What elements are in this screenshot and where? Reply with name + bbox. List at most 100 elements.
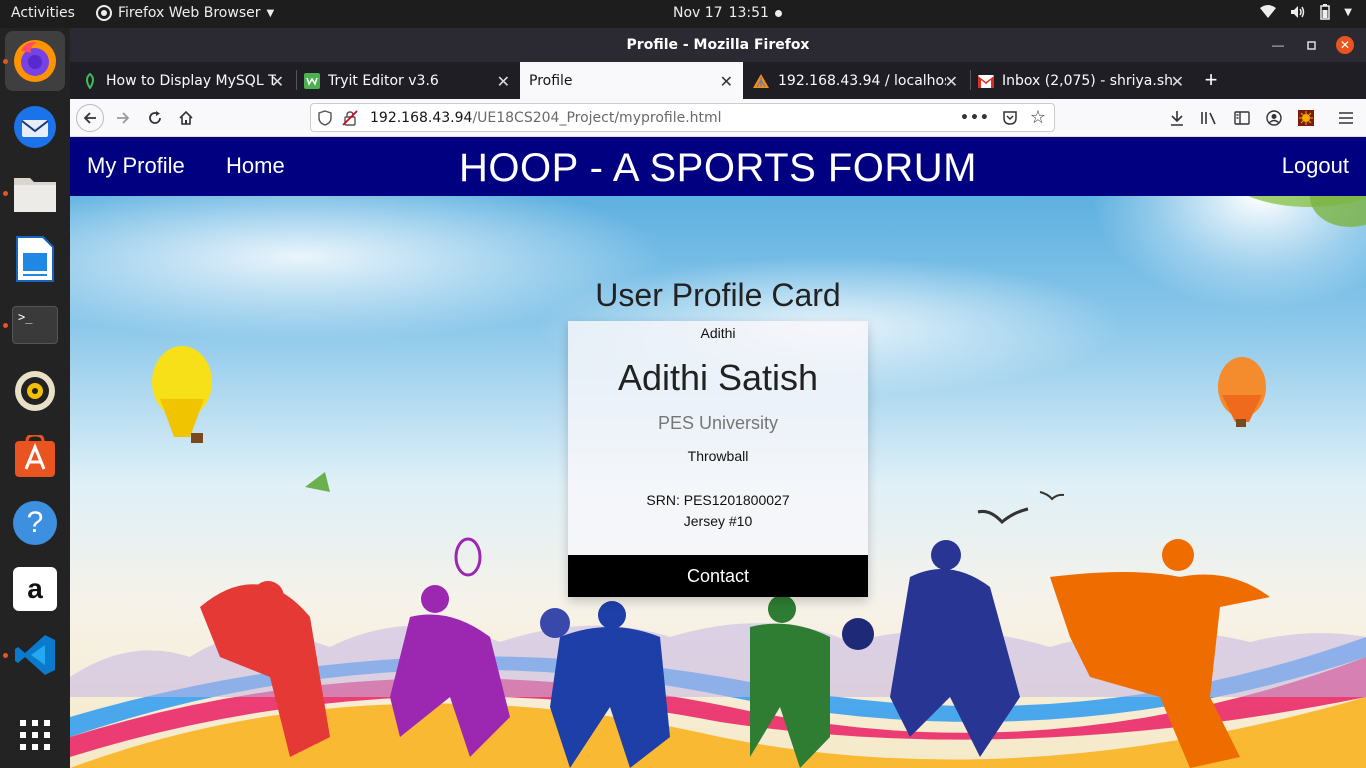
tab-separator — [970, 70, 971, 90]
forward-arrow-icon — [117, 112, 130, 124]
url-bar[interactable]: 192.168.43.94/UE18CS204_Project/myprofil… — [310, 103, 1055, 132]
dock-vscode[interactable] — [5, 625, 65, 685]
download-icon — [1171, 111, 1183, 126]
close-window-button[interactable]: ✕ — [1336, 36, 1354, 54]
tab-profile[interactable]: Profile ✕ — [520, 62, 743, 99]
dock-files[interactable] — [5, 163, 65, 223]
maximize-button[interactable] — [1302, 36, 1320, 54]
tutorial-icon — [86, 73, 94, 89]
page-title: User Profile Card — [595, 277, 841, 313]
back-button[interactable] — [76, 104, 104, 132]
pocket-icon[interactable] — [1002, 110, 1018, 126]
files-icon — [14, 178, 56, 212]
shield-icon — [318, 109, 332, 126]
tab-tryit-editor[interactable]: Tryit Editor v3.6 ✕ — [298, 64, 520, 98]
close-tab-icon[interactable]: ✕ — [945, 72, 958, 91]
tab-mysql-tutorial[interactable]: How to Display MySQL T ✕ — [76, 64, 294, 98]
tab-label: How to Display MySQL T — [106, 73, 276, 89]
extension-button[interactable] — [1292, 104, 1320, 132]
tab-phpmyadmin[interactable]: 192.168.43.94 / localhos ✕ — [746, 64, 968, 98]
tab-label: Inbox (2,075) - shriya.sha — [1002, 73, 1172, 89]
site-brand: HOOP - A SPORTS FORUM — [459, 146, 977, 190]
dock: >_ ? a — [0, 28, 70, 768]
account-button[interactable] — [1260, 104, 1288, 132]
tab-label: 192.168.43.94 / localhos — [778, 73, 946, 89]
profile-srn: SRN: PES1201800027 — [646, 492, 790, 508]
dock-terminal[interactable]: >_ — [5, 295, 65, 355]
menu-button[interactable] — [1332, 104, 1360, 132]
close-tab-icon[interactable]: ✕ — [497, 72, 510, 91]
dock-rhythmbox[interactable] — [5, 361, 65, 421]
library-button[interactable] — [1195, 104, 1223, 132]
athlete-orange — [1050, 539, 1270, 768]
system-tray[interactable]: ▼ — [1260, 4, 1352, 20]
dock-writer[interactable] — [5, 229, 65, 289]
dock-firefox[interactable] — [5, 31, 65, 91]
profile-image-alt-text: Adithi — [700, 325, 736, 341]
help-glyph: ? — [26, 506, 44, 539]
downloads-button[interactable] — [1163, 104, 1191, 132]
activities-button[interactable]: Activities — [11, 5, 75, 21]
athlete-purple — [390, 537, 510, 757]
nav-logout-link[interactable]: Logout — [1282, 153, 1349, 179]
running-indicator — [3, 323, 8, 328]
thunderbird-icon — [14, 106, 56, 148]
running-indicator — [3, 59, 8, 64]
w3schools-icon — [304, 73, 320, 89]
clock[interactable]: Nov 17 13:51 — [673, 5, 782, 21]
contact-button[interactable]: Contact — [568, 555, 868, 597]
close-icon: ✕ — [1339, 38, 1351, 52]
sidebar-button[interactable] — [1228, 104, 1256, 132]
rhythmbox-icon — [15, 371, 55, 411]
firefox-window: Profile - Mozilla Firefox — ✕ How to Dis… — [70, 28, 1366, 768]
site-navbar: My Profile Home HOOP - A SPORTS FORUM Lo… — [70, 137, 1366, 196]
home-icon — [179, 110, 193, 125]
profile-card: Adithi Adithi Satish PES University Thro… — [568, 321, 868, 597]
tab-separator — [296, 70, 297, 90]
maximize-icon — [1306, 40, 1316, 50]
terminal-glyph: >_ — [18, 310, 33, 324]
bookmark-star-icon[interactable]: ☆ — [1030, 107, 1046, 128]
url-path: /UE18CS204_Project/myprofile.html — [472, 109, 722, 126]
system-top-bar: Activities Firefox Web Browser ▼ Nov 17 … — [0, 0, 1366, 28]
forward-button[interactable] — [109, 104, 137, 132]
profile-name: Adithi Satish — [617, 357, 819, 398]
dock-help[interactable]: ? — [5, 493, 65, 553]
dock-thunderbird[interactable] — [5, 97, 65, 157]
help-icon: ? — [13, 501, 57, 545]
profile-sport: Throwball — [687, 448, 749, 464]
insecure-lock-icon — [342, 109, 358, 126]
dock-amazon[interactable]: a — [5, 559, 65, 619]
dock-software[interactable] — [5, 427, 65, 487]
profile-jersey: Jersey #10 — [683, 513, 753, 529]
page-actions-icon[interactable]: ••• — [960, 110, 990, 126]
plus-icon: + — [1204, 67, 1218, 92]
reload-icon — [149, 111, 161, 124]
close-tab-icon[interactable]: ✕ — [1171, 72, 1184, 91]
terminal-icon: >_ — [12, 306, 58, 344]
minimize-button[interactable]: — — [1269, 36, 1287, 54]
wifi-icon — [1260, 5, 1277, 18]
tab-gmail-inbox[interactable]: Inbox (2,075) - shriya.sha ✕ — [972, 64, 1194, 98]
window-titlebar: Profile - Mozilla Firefox — ✕ — [70, 28, 1366, 62]
chevron-down-icon: ▼ — [266, 7, 275, 19]
close-tab-icon[interactable]: ✕ — [720, 72, 733, 91]
amazon-glyph: a — [27, 573, 43, 604]
amazon-icon: a — [13, 567, 57, 611]
balloon-left — [152, 346, 212, 443]
volume-icon — [1291, 6, 1305, 18]
balloon-right — [1218, 357, 1266, 427]
app-menu[interactable]: Firefox Web Browser ▼ — [96, 5, 274, 21]
home-button[interactable] — [172, 104, 200, 132]
close-tab-icon[interactable]: ✕ — [271, 72, 284, 91]
software-center-icon — [15, 435, 55, 477]
writer-icon — [16, 236, 54, 282]
clock-date: Nov 17 — [673, 5, 723, 21]
new-tab-button[interactable]: + — [1197, 66, 1225, 94]
gmail-icon — [978, 74, 994, 88]
battery-icon — [1320, 4, 1331, 20]
reload-button[interactable] — [141, 104, 169, 132]
sidebar-icon — [1234, 111, 1250, 125]
dock-show-apps[interactable] — [5, 705, 65, 765]
clock-time: 13:51 — [728, 5, 769, 21]
